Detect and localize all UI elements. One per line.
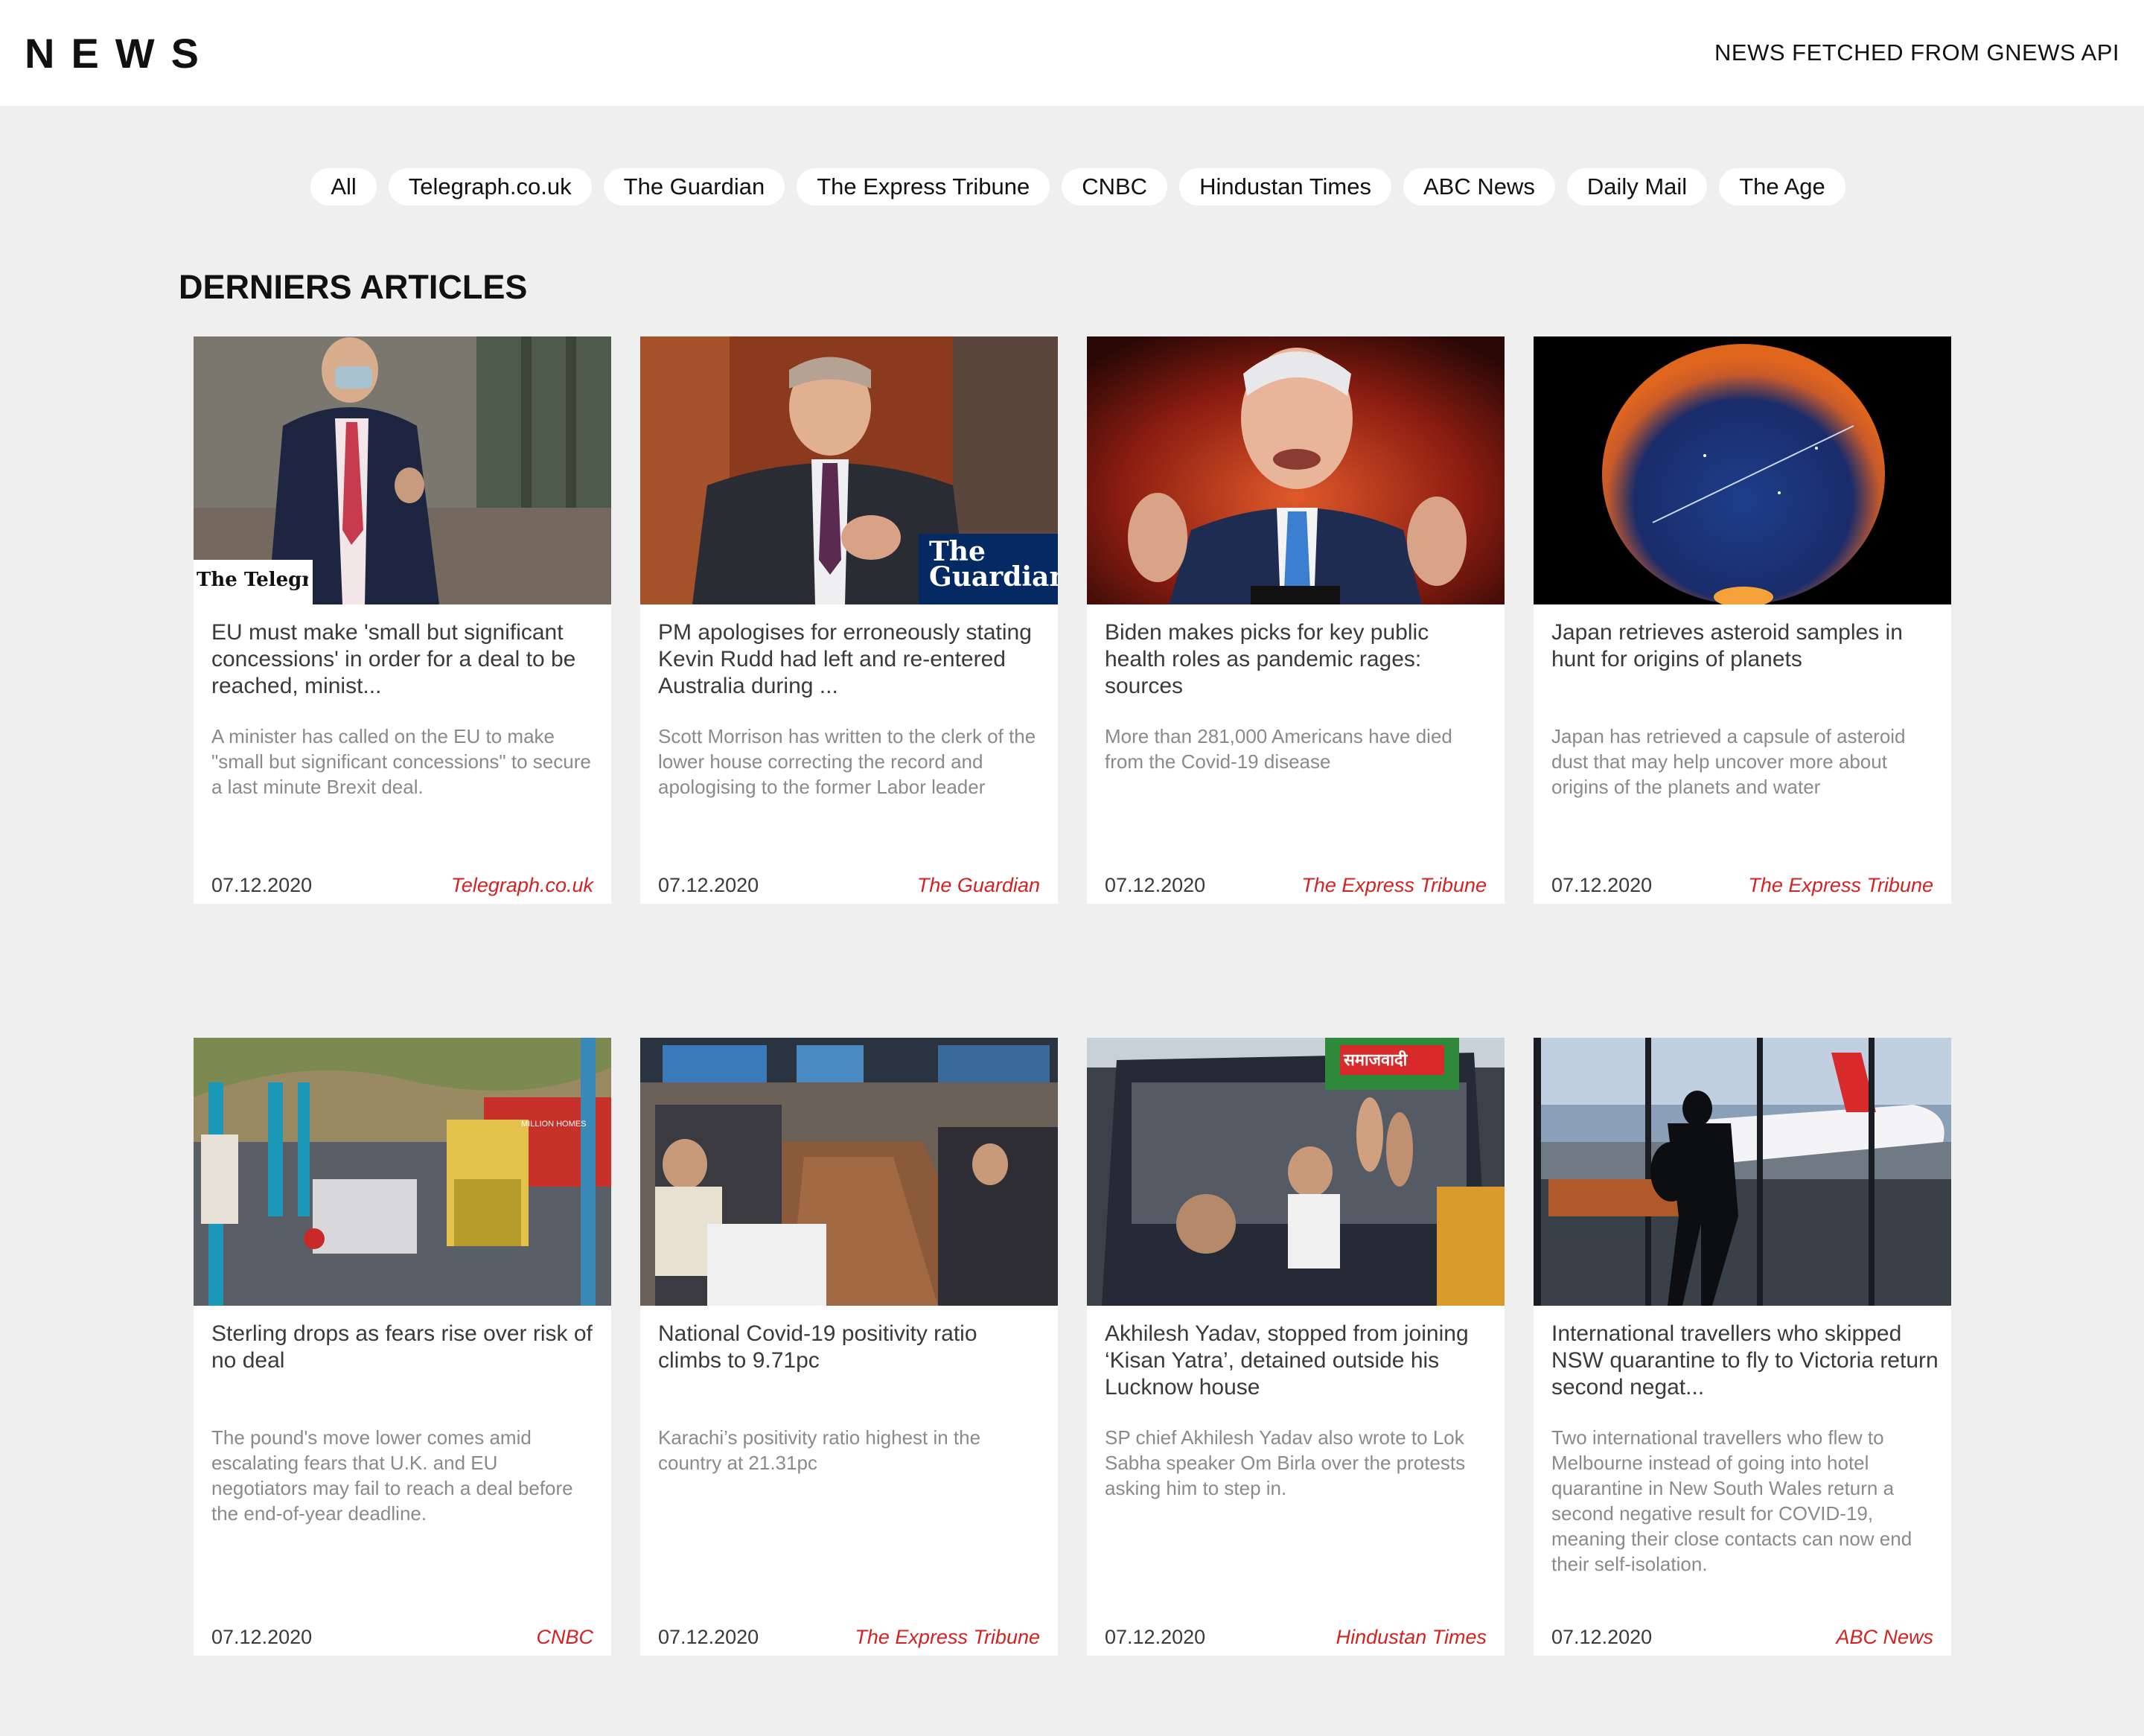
article-description: SP chief Akhilesh Yadav also wrote to Lo… xyxy=(1105,1426,1466,1499)
section-title: DERNIERS ARTICLES xyxy=(179,268,528,306)
image-text: समाजवादी xyxy=(1344,1050,1408,1069)
site-tagline: NEWS FETCHED FROM GNEWS API xyxy=(1714,39,2119,66)
article-source[interactable]: Hindustan Times xyxy=(1336,1626,1487,1649)
article-title[interactable]: Japan retrieves asteroid samples in hunt… xyxy=(1551,619,1939,673)
article-card[interactable]: Biden makes picks for key public health … xyxy=(1087,336,1505,904)
article-source[interactable]: The Express Tribune xyxy=(1301,874,1487,897)
article-source[interactable]: The Guardian xyxy=(917,874,1040,897)
article-image[interactable]: समाजवादी xyxy=(1087,1038,1505,1306)
filter-chip-all[interactable]: All xyxy=(310,168,377,205)
article-description: Karachi’s positivity ratio highest in th… xyxy=(658,1426,981,1474)
filter-chip-telegraph[interactable]: Telegraph.co.uk xyxy=(388,168,592,205)
article-date: 07.12.2020 xyxy=(1105,1626,1206,1648)
article-card[interactable]: Japan retrieves asteroid samples in hunt… xyxy=(1534,336,1951,904)
article-title[interactable]: PM apologises for erroneously stating Ke… xyxy=(658,619,1045,700)
article-source[interactable]: The Express Tribune xyxy=(855,1626,1040,1649)
article-source[interactable]: Telegraph.co.uk xyxy=(451,874,593,897)
article-date: 07.12.2020 xyxy=(1551,1626,1653,1648)
article-card[interactable]: The Telegraph EU must make 'small but si… xyxy=(194,336,611,904)
article-image[interactable] xyxy=(1534,1038,1951,1306)
article-title[interactable]: Biden makes picks for key public health … xyxy=(1105,619,1492,700)
article-description: A minister has called on the EU to make … xyxy=(211,725,591,798)
filter-chip-daily-mail[interactable]: Daily Mail xyxy=(1566,168,1708,205)
article-card[interactable]: National Covid-19 positivity ratio climb… xyxy=(640,1038,1058,1656)
filter-chip-hindustan-times[interactable]: Hindustan Times xyxy=(1179,168,1391,205)
article-description: Japan has retrieved a capsule of asteroi… xyxy=(1551,725,1906,798)
article-card[interactable]: MILLION HOMES Sterling drops as fears ri… xyxy=(194,1038,611,1656)
article-title[interactable]: Sterling drops as fears rise over risk o… xyxy=(211,1321,599,1374)
article-source[interactable]: CNBC xyxy=(536,1626,593,1649)
article-source[interactable]: The Express Tribune xyxy=(1748,874,1933,897)
article-image[interactable]: The Guardian xyxy=(640,336,1058,604)
article-date: 07.12.2020 xyxy=(658,874,759,896)
filter-chip-guardian[interactable]: The Guardian xyxy=(603,168,785,205)
filter-chip-abc-news[interactable]: ABC News xyxy=(1403,168,1555,205)
site-header: NEWS NEWS FETCHED FROM GNEWS API xyxy=(0,0,2144,106)
article-card[interactable]: The Guardian PM apologises for erroneous… xyxy=(640,336,1058,904)
article-description: More than 281,000 Americans have died fr… xyxy=(1105,725,1452,773)
article-title[interactable]: National Covid-19 positivity ratio climb… xyxy=(658,1321,1045,1374)
article-title[interactable]: EU must make 'small but significant conc… xyxy=(211,619,599,700)
article-image[interactable] xyxy=(1087,336,1505,604)
article-description: The pound's move lower comes amid escala… xyxy=(211,1426,573,1525)
article-card[interactable]: समाजवादी Akhilesh Yadav, stopped from jo… xyxy=(1087,1038,1505,1656)
article-image[interactable]: The Telegraph xyxy=(194,336,611,604)
image-watermark: The Telegraph xyxy=(197,569,308,591)
article-date: 07.12.2020 xyxy=(1105,874,1206,896)
filter-chip-express-tribune[interactable]: The Express Tribune xyxy=(797,168,1050,205)
article-source[interactable]: ABC News xyxy=(1836,1626,1933,1649)
article-title[interactable]: International travellers who skipped NSW… xyxy=(1551,1321,1939,1401)
article-image[interactable]: MILLION HOMES xyxy=(194,1038,611,1306)
article-image[interactable] xyxy=(640,1038,1058,1306)
article-card[interactable]: International travellers who skipped NSW… xyxy=(1534,1038,1951,1656)
filter-chip-the-age[interactable]: The Age xyxy=(1719,168,1845,205)
article-date: 07.12.2020 xyxy=(211,874,313,896)
source-filter-bar: All Telegraph.co.uk The Guardian The Exp… xyxy=(0,168,2144,205)
image-watermark: The Guardian xyxy=(929,539,1058,590)
image-text: MILLION HOMES xyxy=(521,1120,587,1129)
article-title[interactable]: Akhilesh Yadav, stopped from joining ‘Ki… xyxy=(1105,1321,1492,1401)
filter-chip-cnbc[interactable]: CNBC xyxy=(1062,168,1168,205)
article-date: 07.12.2020 xyxy=(1551,874,1653,896)
article-description: Scott Morrison has written to the clerk … xyxy=(658,725,1036,798)
article-date: 07.12.2020 xyxy=(658,1626,759,1648)
article-date: 07.12.2020 xyxy=(211,1626,313,1648)
article-description: Two international travellers who flew to… xyxy=(1551,1426,1912,1575)
article-image[interactable] xyxy=(1534,336,1951,604)
site-logo[interactable]: NEWS xyxy=(25,29,215,77)
